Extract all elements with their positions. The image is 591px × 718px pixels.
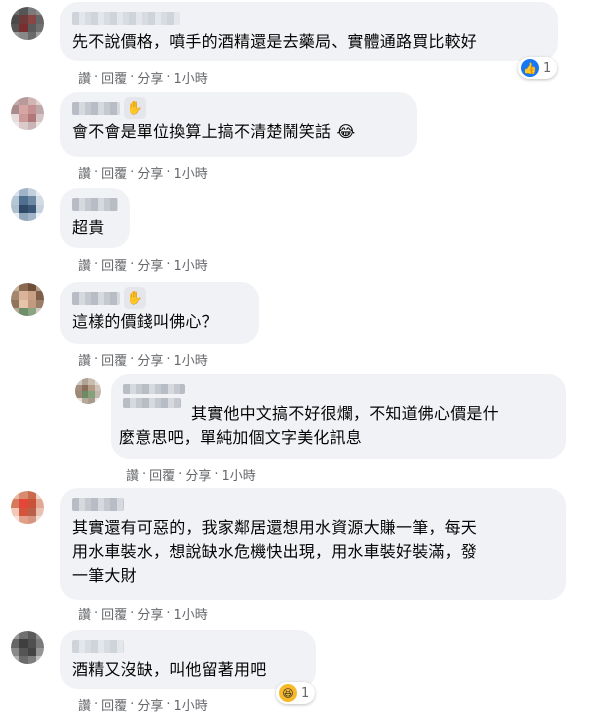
- comment-text: 其實還有可惡的，我家鄰居還想用水資源大賺一筆，每天 用水車裝水，想說缺水危機快出…: [72, 518, 478, 585]
- comment-text: 會不會是單位換算上搞不清楚鬧笑話 😂: [72, 122, 356, 141]
- timestamp[interactable]: 1小時: [173, 695, 207, 714]
- commenter-name[interactable]: [72, 10, 546, 26]
- comment-text: 這樣的價錢叫佛心？: [72, 312, 218, 331]
- reaction-count[interactable]: 👍 1: [518, 57, 558, 79]
- comment-text: 先不說價格，噴手的酒精還是去藥局、實體通路買比較好: [72, 32, 478, 51]
- reply-button[interactable]: 回覆: [101, 695, 127, 714]
- comment-actions: 讚 · 回覆 · 分享 · 1小時: [78, 604, 208, 623]
- like-button[interactable]: 讚: [78, 255, 91, 274]
- timestamp[interactable]: 1小時: [173, 255, 207, 274]
- like-button[interactable]: 讚: [78, 604, 91, 623]
- reaction-count[interactable]: 😆 1: [276, 682, 316, 704]
- comment-actions: 讚 · 回覆 · 分享 · 1小時: [78, 695, 208, 714]
- reply-button[interactable]: 回覆: [101, 255, 127, 274]
- like-button[interactable]: 讚: [126, 465, 139, 484]
- share-button[interactable]: 分享: [137, 695, 163, 714]
- commenter-name[interactable]: ✋: [72, 287, 247, 309]
- reply-button[interactable]: 回覆: [101, 68, 127, 87]
- comment-bubble: ✋ 這樣的價錢叫佛心？: [60, 282, 259, 344]
- timestamp[interactable]: 1小時: [173, 350, 207, 369]
- avatar[interactable]: [11, 283, 44, 316]
- reply-button[interactable]: 回覆: [149, 465, 175, 484]
- comment-actions: 讚 · 回覆 · 分享 · 1小時: [78, 350, 208, 369]
- commenter-name[interactable]: [123, 384, 185, 394]
- comment-bubble: ✋ 會不會是單位換算上搞不清楚鬧笑話 😂: [60, 92, 417, 157]
- comment-bubble: 其實他中文搞不好很爛，不知道佛心價是什 麼意思吧，單純加個文字美化訊息: [111, 374, 566, 459]
- commenter-name[interactable]: [72, 196, 118, 212]
- wave-icon: ✋: [124, 287, 146, 309]
- wave-icon: ✋: [124, 97, 146, 119]
- timestamp[interactable]: 1小時: [221, 465, 255, 484]
- reply-button[interactable]: 回覆: [101, 604, 127, 623]
- like-button[interactable]: 讚: [78, 350, 91, 369]
- like-icon: 👍: [521, 59, 539, 77]
- comment-bubble: 先不說價格，噴手的酒精還是去藥局、實體通路買比較好: [60, 2, 558, 61]
- like-button[interactable]: 讚: [78, 695, 91, 714]
- timestamp[interactable]: 1小時: [173, 68, 207, 87]
- haha-icon: 😆: [279, 684, 297, 702]
- comment-bubble: 酒精又沒缺，叫他留著用吧: [60, 630, 316, 689]
- comment-bubble: 其實還有可惡的，我家鄰居還想用水資源大賺一筆，每天 用水車裝水，想說缺水危機快出…: [60, 488, 566, 600]
- avatar[interactable]: [11, 631, 44, 664]
- share-button[interactable]: 分享: [137, 255, 163, 274]
- comment-text: 其實他中文搞不好很爛，不知道佛心價是什 麼意思吧，單純加個文字美化訊息: [119, 404, 499, 447]
- share-button[interactable]: 分享: [137, 163, 163, 182]
- commenter-name[interactable]: [72, 638, 304, 654]
- share-button[interactable]: 分享: [137, 68, 163, 87]
- share-button[interactable]: 分享: [137, 604, 163, 623]
- avatar[interactable]: [11, 7, 44, 40]
- avatar[interactable]: [11, 97, 44, 130]
- commenter-name[interactable]: [72, 496, 554, 512]
- reply-button[interactable]: 回覆: [101, 163, 127, 182]
- comment-actions: 讚 · 回覆 · 分享 · 1小時: [126, 465, 256, 484]
- comment-text: 酒精又沒缺，叫他留著用吧: [72, 660, 267, 679]
- avatar[interactable]: [11, 188, 44, 221]
- avatar[interactable]: [75, 378, 101, 404]
- reply-button[interactable]: 回覆: [101, 350, 127, 369]
- commenter-name[interactable]: ✋: [72, 97, 405, 119]
- comment-actions: 讚 · 回覆 · 分享 · 1小時: [78, 255, 208, 274]
- like-button[interactable]: 讚: [78, 68, 91, 87]
- comment-actions: 讚 · 回覆 · 分享 · 1小時: [78, 163, 208, 182]
- share-button[interactable]: 分享: [137, 350, 163, 369]
- comment-bubble: 超貴: [60, 188, 130, 248]
- avatar[interactable]: [11, 491, 44, 524]
- comment-text: 超貴: [72, 218, 105, 237]
- timestamp[interactable]: 1小時: [173, 604, 207, 623]
- like-button[interactable]: 讚: [78, 163, 91, 182]
- share-button[interactable]: 分享: [185, 465, 211, 484]
- timestamp[interactable]: 1小時: [173, 163, 207, 182]
- comment-actions: 讚 · 回覆 · 分享 · 1小時: [78, 68, 208, 87]
